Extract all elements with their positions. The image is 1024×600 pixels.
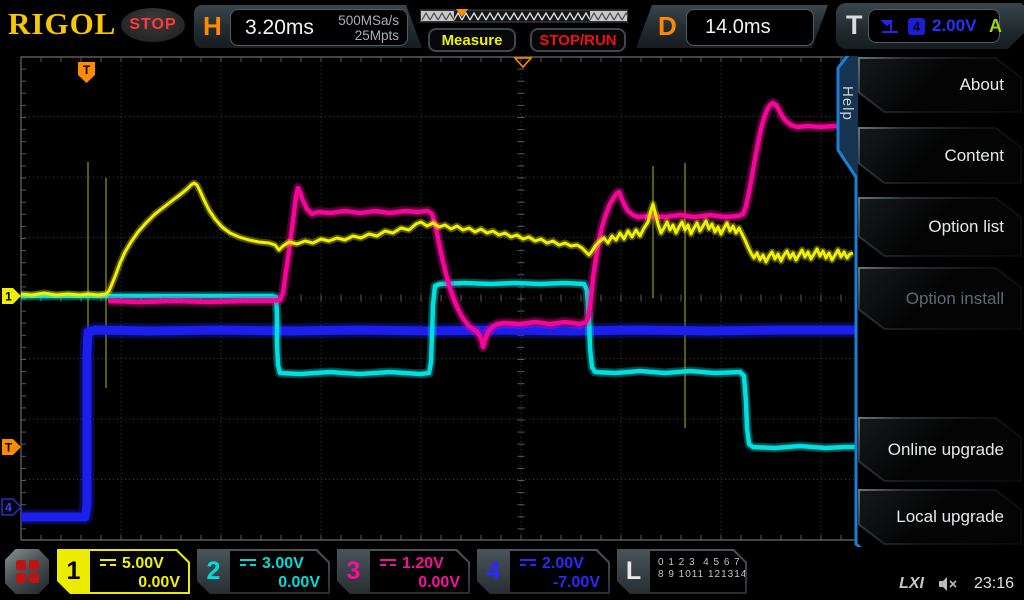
sample-rate-memory: 500MSa/s 25Mpts (314, 13, 407, 43)
delay-box: 14.0ms (686, 9, 814, 46)
trigger-label: T (846, 10, 863, 41)
menu-item-label: Option install (860, 269, 1020, 328)
speaker-muted-icon[interactable] (938, 576, 958, 592)
delay-value: 14.0ms (687, 16, 771, 39)
menu-item-local-upgrade[interactable]: Local upgrade (858, 489, 1022, 545)
horizontal-center-marker[interactable] (515, 58, 531, 67)
svg-text:T: T (83, 63, 91, 77)
measure-button[interactable]: Measure (428, 28, 516, 52)
delay-label: D (658, 11, 677, 42)
acquisition-status-badge: STOP (121, 8, 185, 42)
channel-3-block[interactable]: 3 1.20V 0.00V (337, 549, 470, 594)
channel-2-number: 2 (197, 549, 230, 594)
menu-item-label: Option list (860, 199, 1020, 255)
trigger-group[interactable]: T 4 2.00V A (836, 3, 1024, 49)
delay-group[interactable]: D 14.0ms (636, 5, 828, 48)
menu-item-label: About (860, 59, 1020, 111)
menu-item-option-install[interactable]: Option install (858, 267, 1022, 330)
svg-text:T: T (5, 441, 13, 455)
channel-2-block[interactable]: 2 3.00V 0.00V (197, 549, 330, 594)
sample-rate: 500MSa/s (338, 13, 399, 28)
logic-row1: 0 1 2 3 4 5 6 7 (658, 557, 741, 568)
main-menu-button[interactable] (5, 549, 49, 594)
rigol-logo: RIGOL (8, 6, 116, 42)
logic-row2: 8 9 1011 12131415 (658, 569, 760, 580)
lxi-indicator: LXI (899, 575, 924, 593)
channel-3-number: 3 (337, 549, 370, 594)
channel-4-block[interactable]: 4 2.00V -7.00V (477, 549, 610, 594)
trigger-mode: A (989, 16, 1002, 37)
stop-run-button[interactable]: STOP/RUN (530, 28, 626, 52)
menu-item-label: Content (860, 129, 1020, 182)
menu-item-option-list[interactable]: Option list (858, 197, 1022, 257)
channel-4-number: 4 (477, 549, 510, 594)
trigger-source-badge: 4 (908, 18, 925, 35)
help-tab: Help (836, 86, 856, 148)
trigger-level-value: 2.00V (932, 16, 976, 36)
oscilloscope-screen: T 1 T 4 RIGOL STOP H 3.20ms 500MSa/s 25Mpts… (0, 0, 1024, 600)
channel-1-number: 1 (57, 549, 90, 594)
channel-3-scale: 1.20V (402, 555, 444, 573)
memory-position-bar[interactable] (420, 8, 628, 28)
svg-text:4: 4 (5, 501, 12, 515)
channel-1-offset: 0.00V (90, 573, 188, 592)
grid-icon (16, 560, 39, 583)
svg-text:1: 1 (5, 290, 12, 304)
menu-item-label: Online upgrade (860, 419, 1020, 480)
top-status-bar: RIGOL STOP H 3.20ms 500MSa/s 25Mpts Meas… (0, 0, 1024, 56)
logic-channels: 0 1 2 3 4 5 6 78 9 1011 12131415 (650, 551, 745, 592)
trace-ch2 (21, 283, 855, 448)
horizontal-label: H (203, 11, 222, 42)
channel-4-scale: 2.00V (542, 555, 584, 573)
timebase-value: 3.20ms (231, 16, 314, 40)
logic-analyzer-block[interactable]: L 0 1 2 3 4 5 6 78 9 1011 12131415 (617, 549, 747, 594)
trigger-box: 4 2.00V (868, 9, 1000, 43)
coupling-dc-icon (100, 559, 116, 570)
coupling-dc-icon (520, 559, 536, 570)
menu-item-online-upgrade[interactable]: Online upgrade (858, 417, 1022, 482)
menu-item-about[interactable]: About (858, 57, 1022, 113)
coupling-dc-icon (240, 559, 256, 570)
channel-1-block[interactable]: 1 5.00V 0.00V (57, 549, 190, 594)
memory-depth: 25Mpts (355, 28, 399, 43)
glitch-spikes (88, 162, 685, 458)
channel-2-scale: 3.00V (262, 555, 304, 573)
clock: 23:16 (974, 575, 1014, 593)
logic-label: L (617, 549, 650, 594)
channel-4-offset: -7.00V (510, 573, 608, 592)
bottom-status-bar: 1 5.00V 0.00V 2 3.00V 0.00V 3 1.20V 0.00… (0, 547, 1024, 600)
horizontal-timebase-group[interactable]: H 3.20ms 500MSa/s 25Mpts (194, 5, 422, 48)
coupling-dc-icon (380, 559, 396, 570)
channel-1-scale: 5.00V (122, 555, 164, 573)
channel-2-offset: 0.00V (230, 573, 328, 592)
menu-item-content[interactable]: Content (858, 127, 1022, 184)
channel-3-offset: 0.00V (370, 573, 468, 592)
timebase-box: 3.20ms 500MSa/s 25Mpts (230, 9, 408, 46)
menu-item-label: Local upgrade (860, 491, 1020, 543)
trigger-slope-icon (879, 16, 901, 36)
